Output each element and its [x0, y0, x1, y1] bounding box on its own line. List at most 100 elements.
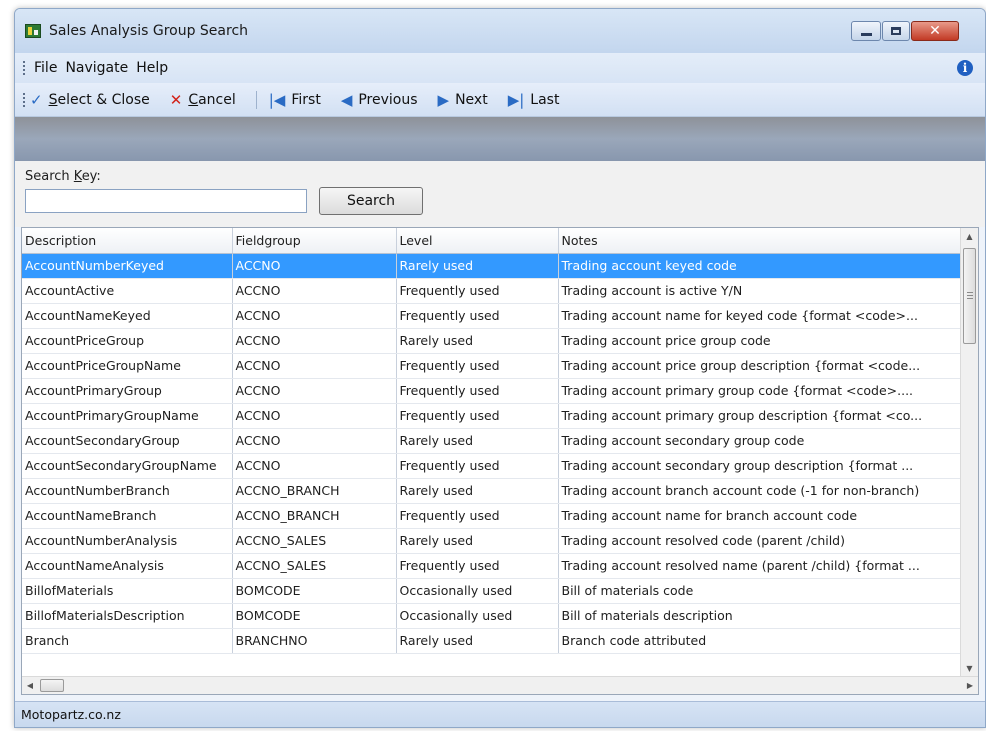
- cell-fieldgroup[interactable]: BOMCODE: [232, 603, 397, 629]
- menu-navigate[interactable]: Navigate: [61, 60, 132, 76]
- cell-level[interactable]: Rarely used: [396, 528, 559, 554]
- minimize-button[interactable]: [851, 21, 881, 41]
- table-row[interactable]: AccountNumberAnalysis ACCNO_SALES Rarely u…: [22, 528, 961, 554]
- cell-level[interactable]: Frequently used: [396, 453, 559, 479]
- cell-notes[interactable]: Trading account keyed code: [558, 253, 961, 279]
- cell-description[interactable]: AccountNameKeyed: [22, 303, 233, 329]
- cell-fieldgroup[interactable]: ACCNO_SALES: [232, 553, 397, 579]
- table-row[interactable]: AccountNameAnalysis ACCNO_SALES Frequently…: [22, 553, 961, 579]
- cell-fieldgroup[interactable]: BOMCODE: [232, 578, 397, 604]
- cell-description[interactable]: BillofMaterials: [22, 578, 233, 604]
- table-row[interactable]: AccountNameKeyed ACCNO Frequently used Trad…: [22, 303, 961, 329]
- cell-description[interactable]: AccountNameAnalysis: [22, 553, 233, 579]
- cell-notes[interactable]: Trading account price group code: [558, 328, 961, 354]
- cell-notes[interactable]: Trading account name for branch account …: [558, 503, 961, 529]
- scroll-left-icon[interactable]: ◀: [22, 677, 38, 694]
- table-row[interactable]: AccountNumberKeyed ACCNO Rarely used Tradin…: [22, 253, 961, 279]
- cell-level[interactable]: Frequently used: [396, 553, 559, 579]
- cell-description[interactable]: AccountNumberBranch: [22, 478, 233, 504]
- cell-fieldgroup[interactable]: ACCNO: [232, 303, 397, 329]
- cell-fieldgroup[interactable]: BRANCHNO: [232, 628, 397, 654]
- table-row[interactable]: Branch BRANCHNO Rarely used Branch code att…: [22, 628, 961, 654]
- table-row[interactable]: AccountPrimaryGroup ACCNO Frequently used T…: [22, 378, 961, 404]
- cell-fieldgroup[interactable]: ACCNO: [232, 453, 397, 479]
- cell-level[interactable]: Frequently used: [396, 403, 559, 429]
- cell-level[interactable]: Frequently used: [396, 378, 559, 404]
- table-row[interactable]: AccountSecondaryGroupName ACCNO Frequently…: [22, 453, 961, 479]
- cell-description[interactable]: AccountPrimaryGroup: [22, 378, 233, 404]
- cell-fieldgroup[interactable]: ACCNO: [232, 253, 397, 279]
- table-row[interactable]: AccountNameBranch ACCNO_BRANCH Frequently …: [22, 503, 961, 529]
- cell-fieldgroup[interactable]: ACCNO_BRANCH: [232, 503, 397, 529]
- cell-fieldgroup[interactable]: ACCNO: [232, 278, 397, 304]
- column-header-fieldgroup[interactable]: Fieldgroup: [232, 228, 397, 254]
- column-header-notes[interactable]: Notes: [558, 228, 961, 254]
- horizontal-scroll-thumb[interactable]: [40, 679, 64, 692]
- cell-notes[interactable]: Trading account secondary group descript…: [558, 453, 961, 479]
- cell-notes[interactable]: Trading account resolved code (parent /c…: [558, 528, 961, 554]
- cell-description[interactable]: AccountSecondaryGroup: [22, 428, 233, 454]
- cell-fieldgroup[interactable]: ACCNO: [232, 353, 397, 379]
- table-row[interactable]: AccountSecondaryGroup ACCNO Rarely used Tra…: [22, 428, 961, 454]
- cell-notes[interactable]: Trading account primary group descriptio…: [558, 403, 961, 429]
- last-button[interactable]: ▶| Last: [508, 91, 560, 109]
- cell-description[interactable]: AccountPrimaryGroupName: [22, 403, 233, 429]
- cell-description[interactable]: AccountNumberKeyed: [22, 253, 233, 279]
- table-row[interactable]: AccountNumberBranch ACCNO_BRANCH Rarely us…: [22, 478, 961, 504]
- cell-description[interactable]: BillofMaterialsDescription: [22, 603, 233, 629]
- first-button[interactable]: |◀ First: [269, 91, 321, 109]
- cell-fieldgroup[interactable]: ACCNO: [232, 378, 397, 404]
- cell-description[interactable]: AccountNameBranch: [22, 503, 233, 529]
- scroll-up-icon[interactable]: ▲: [961, 228, 978, 246]
- cell-notes[interactable]: Trading account name for keyed code {for…: [558, 303, 961, 329]
- cell-notes[interactable]: Trading account branch account code (-1 …: [558, 478, 961, 504]
- table-row[interactable]: AccountPriceGroupName ACCNO Frequently use…: [22, 353, 961, 379]
- cell-description[interactable]: AccountPriceGroup: [22, 328, 233, 354]
- horizontal-scrollbar[interactable]: ◀ ▶: [22, 676, 978, 694]
- cell-level[interactable]: Rarely used: [396, 253, 559, 279]
- cell-level[interactable]: Rarely used: [396, 328, 559, 354]
- cell-level[interactable]: Rarely used: [396, 478, 559, 504]
- cell-fieldgroup[interactable]: ACCNO: [232, 403, 397, 429]
- cell-fieldgroup[interactable]: ACCNO: [232, 428, 397, 454]
- cell-level[interactable]: Rarely used: [396, 628, 559, 654]
- cell-level[interactable]: Occasionally used: [396, 603, 559, 629]
- table-row[interactable]: BillofMaterialsDescription BOMCODE Occasio…: [22, 603, 961, 629]
- maximize-button[interactable]: [882, 21, 910, 41]
- cell-description[interactable]: AccountPriceGroupName: [22, 353, 233, 379]
- close-button[interactable]: ✕: [911, 21, 959, 41]
- cell-level[interactable]: Frequently used: [396, 503, 559, 529]
- cell-notes[interactable]: Trading account price group description …: [558, 353, 961, 379]
- cell-level[interactable]: Frequently used: [396, 303, 559, 329]
- title-bar[interactable]: Sales Analysis Group Search ✕: [15, 9, 985, 53]
- search-key-input[interactable]: [25, 189, 307, 213]
- cell-fieldgroup[interactable]: ACCNO_BRANCH: [232, 478, 397, 504]
- previous-button[interactable]: ◀ Previous: [341, 91, 418, 109]
- column-header-description[interactable]: Description: [22, 228, 233, 254]
- cell-notes[interactable]: Trading account primary group code {form…: [558, 378, 961, 404]
- table-row[interactable]: AccountPrimaryGroupName ACCNO Frequently u…: [22, 403, 961, 429]
- vertical-scroll-thumb[interactable]: [963, 248, 976, 344]
- select-close-button[interactable]: ✓ Select & Close: [30, 91, 150, 109]
- menu-help[interactable]: Help: [132, 60, 172, 76]
- cancel-button[interactable]: ✕ Cancel: [170, 91, 236, 109]
- cell-level[interactable]: Frequently used: [396, 278, 559, 304]
- cell-fieldgroup[interactable]: ACCNO: [232, 328, 397, 354]
- scroll-right-icon[interactable]: ▶: [962, 677, 978, 694]
- table-row[interactable]: AccountPriceGroup ACCNO Rarely used Trading…: [22, 328, 961, 354]
- cell-notes[interactable]: Trading account secondary group code: [558, 428, 961, 454]
- menu-file[interactable]: File: [30, 60, 61, 76]
- cell-notes[interactable]: Trading account is active Y/N: [558, 278, 961, 304]
- cell-description[interactable]: AccountNumberAnalysis: [22, 528, 233, 554]
- cell-description[interactable]: AccountSecondaryGroupName: [22, 453, 233, 479]
- search-button[interactable]: Search: [319, 187, 423, 215]
- cell-description[interactable]: AccountActive: [22, 278, 233, 304]
- info-icon[interactable]: i: [957, 60, 973, 76]
- cell-level[interactable]: Frequently used: [396, 353, 559, 379]
- cell-notes[interactable]: Bill of materials description: [558, 603, 961, 629]
- cell-level[interactable]: Occasionally used: [396, 578, 559, 604]
- vertical-scrollbar[interactable]: ▲ ▼: [960, 228, 978, 678]
- cell-description[interactable]: Branch: [22, 628, 233, 654]
- cell-notes[interactable]: Bill of materials code: [558, 578, 961, 604]
- cell-notes[interactable]: Branch code attributed: [558, 628, 961, 654]
